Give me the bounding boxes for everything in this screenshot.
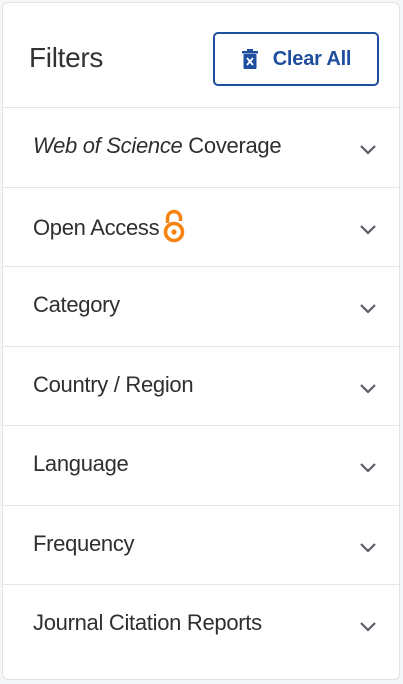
chevron-down-icon[interactable] <box>359 383 377 395</box>
chevron-down-icon[interactable] <box>359 542 377 554</box>
chevron-down-icon[interactable] <box>359 144 377 156</box>
filter-label: Web of Science Coverage <box>33 132 282 160</box>
chevron-down-icon[interactable] <box>359 621 377 633</box>
filter-journal-citation-reports[interactable]: Journal Citation Reports <box>3 584 399 664</box>
filters-panel: Filters Clear All Web of Science Coverag… <box>2 2 400 680</box>
filters-header: Filters Clear All <box>3 3 399 107</box>
filter-label: Category <box>33 292 120 317</box>
open-access-icon <box>164 209 185 242</box>
filter-label: Journal Citation Reports <box>33 610 262 635</box>
filter-frequency[interactable]: Frequency <box>3 504 399 585</box>
trash-icon <box>241 49 258 69</box>
filter-country-region[interactable]: Country / Region <box>3 345 399 426</box>
filter-label-text: Open Access <box>33 214 160 240</box>
filter-label-italic: Web of Science <box>33 133 183 158</box>
filter-list: Web of Science Coverage Open Access Cate… <box>3 107 399 664</box>
filter-label: Frequency <box>33 530 135 556</box>
filter-open-access[interactable]: Open Access <box>3 186 399 267</box>
clear-all-label: Clear All <box>272 47 352 70</box>
filter-language[interactable]: Language <box>3 425 399 505</box>
filter-label: Language <box>33 451 129 476</box>
filter-web-of-science-coverage[interactable]: Web of Science Coverage <box>3 107 399 187</box>
filters-title: Filters <box>29 42 104 73</box>
clear-all-button[interactable]: Clear All <box>213 32 379 86</box>
filter-label-text: Coverage <box>188 133 282 158</box>
chevron-down-icon[interactable] <box>359 462 377 474</box>
chevron-down-icon[interactable] <box>359 224 377 236</box>
filter-label: Country / Region <box>33 371 194 397</box>
chevron-down-icon[interactable] <box>359 303 377 315</box>
filter-label: Open Access <box>33 209 185 246</box>
filter-category[interactable]: Category <box>3 266 399 346</box>
